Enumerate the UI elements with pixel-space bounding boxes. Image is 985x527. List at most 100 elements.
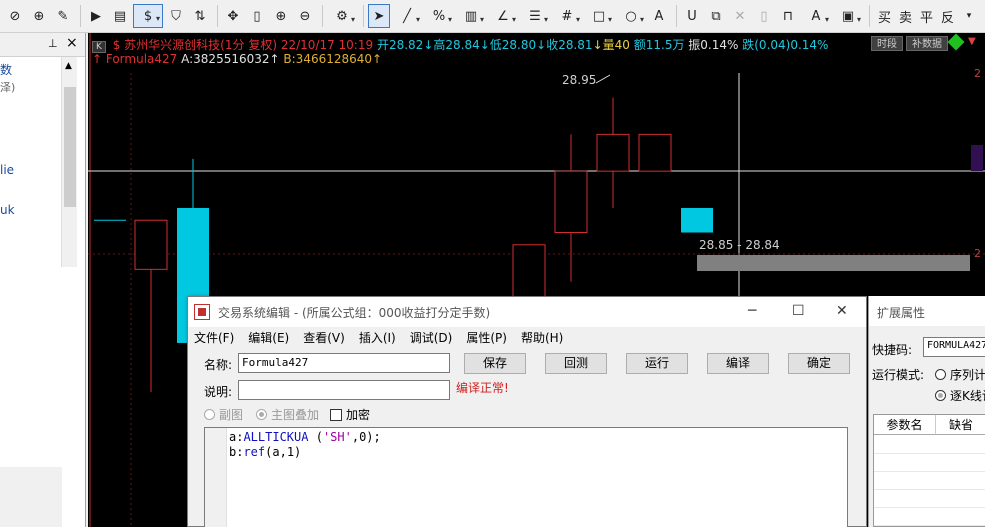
maximize-icon[interactable]: ☐ <box>792 303 805 319</box>
description-input[interactable] <box>238 380 450 400</box>
sort-icon[interactable]: ⇅ <box>189 4 211 28</box>
table-row[interactable] <box>874 472 985 490</box>
table-row[interactable] <box>874 436 985 454</box>
table-row[interactable] <box>874 454 985 472</box>
circle-icon[interactable]: ○ <box>616 4 646 28</box>
minimize-icon[interactable]: ─ <box>748 303 756 319</box>
close-icon[interactable]: ✕ <box>836 303 848 319</box>
menu-insert[interactable]: 插入(I) <box>359 329 396 346</box>
font-color-icon[interactable]: A <box>801 4 831 28</box>
table-row[interactable] <box>874 490 985 508</box>
list-item[interactable]: 泽) <box>0 79 15 95</box>
menu-debug[interactable]: 调试(D) <box>410 329 453 346</box>
quote-volume: ↓量40 <box>592 38 630 52</box>
fit-icon[interactable]: ▯ <box>246 4 268 28</box>
edit-icon[interactable]: ✎ <box>52 4 74 28</box>
line-tool-icon[interactable]: ╱ <box>392 4 422 28</box>
text-tool-icon[interactable]: A <box>648 4 670 28</box>
angle-icon[interactable]: ∠ <box>488 4 518 28</box>
filter-icon[interactable]: ⛉ <box>165 4 187 28</box>
column-header-default[interactable]: 缺省 <box>936 415 985 435</box>
compile-button[interactable]: 编译 <box>707 353 769 374</box>
sell-button[interactable]: 卖 <box>899 7 912 26</box>
alert-icon[interactable]: ⊕ <box>28 4 50 28</box>
ok-button[interactable]: 确定 <box>788 353 850 374</box>
main-toolbar: ⊘ ⊕ ✎ ▶ ▤ $ ⛉ ⇅ ✥ ▯ ⊕ ⊖ ⚙ ➤ ╱ % ▥ ∠ ☰ # … <box>0 0 985 33</box>
toolbar-divider <box>869 5 870 27</box>
currency-dropdown[interactable]: $ <box>133 4 163 28</box>
toolbar-divider <box>217 5 218 27</box>
chevron-down-icon[interactable]: ▾ <box>958 4 980 28</box>
backtest-button[interactable]: 回测 <box>545 353 607 374</box>
dialog-title: 交易系统编辑 - (所属公式组：000收益打分定手数) <box>218 305 491 320</box>
mode-sequence-radio[interactable]: 序列计 <box>935 366 985 383</box>
compile-status: 编译正常! <box>456 381 509 395</box>
candle-body[interactable] <box>681 207 713 233</box>
zoom-out-icon[interactable]: ⊖ <box>294 4 316 28</box>
list-item[interactable]: 数 <box>0 61 12 78</box>
move-icon[interactable]: ✥ <box>222 4 244 28</box>
document-icon[interactable]: ▤ <box>109 4 131 28</box>
toolbar-divider <box>322 5 323 27</box>
cursor-icon[interactable]: ➤ <box>368 4 390 28</box>
name-label: 名称: <box>204 358 233 372</box>
pin-icon[interactable]: ⊥ <box>48 37 58 50</box>
parallel-lines-icon[interactable]: ☰ <box>520 4 550 28</box>
rectangle-icon[interactable]: □ <box>584 4 614 28</box>
candle-body[interactable] <box>596 133 630 172</box>
menu-properties[interactable]: 属性(P) <box>466 329 507 346</box>
menu-help[interactable]: 帮助(H) <box>521 329 563 346</box>
delete-icon[interactable]: ✕ <box>729 4 751 28</box>
dialog-menubar: 文件(F) 编辑(E) 查看(V) 插入(I) 调试(D) 属性(P) 帮助(H… <box>188 327 866 347</box>
left-scrollbar[interactable]: ▲ <box>61 57 77 267</box>
timeframe-button[interactable]: 时段 <box>871 36 903 51</box>
buy-button[interactable]: 买 <box>878 7 891 26</box>
code-token: ,0); <box>351 430 381 444</box>
zoom-in-icon[interactable]: ⊕ <box>270 4 292 28</box>
candle-body[interactable] <box>554 170 588 234</box>
parameter-table[interactable]: 参数名 缺省 <box>873 414 985 527</box>
triangle-down-icon[interactable]: ▼ <box>968 36 976 47</box>
magnet-icon[interactable]: U <box>681 4 703 28</box>
gear-icon[interactable]: ⚙ <box>327 4 357 28</box>
code-line: b:ref(a,1) <box>229 445 301 459</box>
percent-tool-icon[interactable]: % <box>424 4 454 28</box>
menu-file[interactable]: 文件(F) <box>194 329 234 346</box>
menu-view[interactable]: 查看(V) <box>303 329 345 346</box>
reverse-button[interactable]: 反 <box>941 7 954 26</box>
price-marker <box>971 145 983 171</box>
list-item[interactable]: uk <box>0 203 15 217</box>
lock-icon[interactable]: ⊓ <box>777 4 799 28</box>
copy-icon[interactable]: ⧉ <box>705 4 727 28</box>
toolbar-divider <box>80 5 81 27</box>
list-item[interactable]: lie <box>0 163 14 177</box>
candle-body[interactable] <box>134 219 168 270</box>
close-position-button[interactable]: 平 <box>920 7 933 26</box>
peak-label: 28.95 <box>562 73 597 87</box>
encrypt-checkbox[interactable]: 加密 <box>330 406 370 423</box>
scroll-up-icon[interactable]: ▲ <box>65 61 72 71</box>
shortcut-input[interactable]: FORMULA427 <box>923 337 985 357</box>
main-overlay-radio[interactable]: 主图叠加 <box>256 406 319 423</box>
trash-icon[interactable]: ▯ <box>753 4 775 28</box>
sub-chart-radio[interactable]: 副图 <box>204 406 243 423</box>
grid-icon[interactable]: # <box>552 4 582 28</box>
scroll-thumb[interactable] <box>64 87 76 207</box>
table-row[interactable] <box>874 508 985 526</box>
play-icon[interactable]: ▶ <box>85 4 107 28</box>
save-button[interactable]: 保存 <box>464 353 526 374</box>
column-header-param[interactable]: 参数名 <box>874 415 936 435</box>
run-button[interactable]: 运行 <box>626 353 688 374</box>
name-input[interactable]: Formula427 <box>238 353 450 373</box>
dialog-titlebar[interactable]: 交易系统编辑 - (所属公式组：000收益打分定手数) ─ ☐ ✕ <box>188 297 866 327</box>
save-icon[interactable]: ▣ <box>833 4 863 28</box>
candle-body[interactable] <box>638 133 672 172</box>
mode-per-bar-radio[interactable]: 逐K线计 <box>935 387 985 404</box>
menu-edit[interactable]: 编辑(E) <box>248 329 289 346</box>
ruler-icon[interactable]: ▥ <box>456 4 486 28</box>
close-icon[interactable]: × <box>66 35 78 51</box>
formula-code-editor[interactable]: a:ALLTICKUA ('SH',0); b:ref(a,1) <box>204 427 848 527</box>
supplement-data-button[interactable]: 补数据 <box>906 36 948 51</box>
ban-icon[interactable]: ⊘ <box>4 4 26 28</box>
formula-b-value: B:3466128640↑ <box>283 52 383 66</box>
